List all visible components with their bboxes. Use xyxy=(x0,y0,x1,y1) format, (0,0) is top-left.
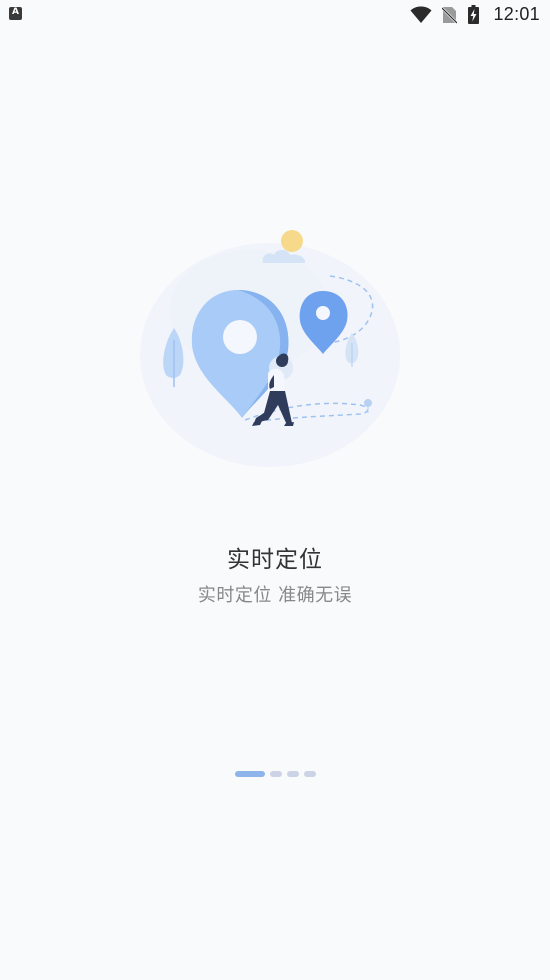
page-dot[interactable] xyxy=(303,771,316,777)
page-dot[interactable] xyxy=(269,771,282,777)
status-clock: 12:01 xyxy=(493,4,540,24)
onboarding-subtitle: 实时定位 准确无误 xyxy=(197,585,353,606)
battery-charging-icon xyxy=(468,5,479,24)
location-pin-illustration xyxy=(140,230,400,467)
page-indicator xyxy=(0,771,550,779)
no-sim-icon xyxy=(442,7,457,24)
page-dot-active[interactable] xyxy=(234,771,265,777)
sun-icon xyxy=(281,230,303,252)
status-icons: 12:01 xyxy=(410,0,550,30)
app-badge-letter: A xyxy=(12,7,19,17)
app-notification-icon: A xyxy=(9,7,22,20)
wifi-icon xyxy=(410,6,432,23)
page-dot[interactable] xyxy=(286,771,299,777)
onboarding-title: 实时定位 xyxy=(227,547,323,573)
status-bar: A 12:01 xyxy=(0,0,550,30)
